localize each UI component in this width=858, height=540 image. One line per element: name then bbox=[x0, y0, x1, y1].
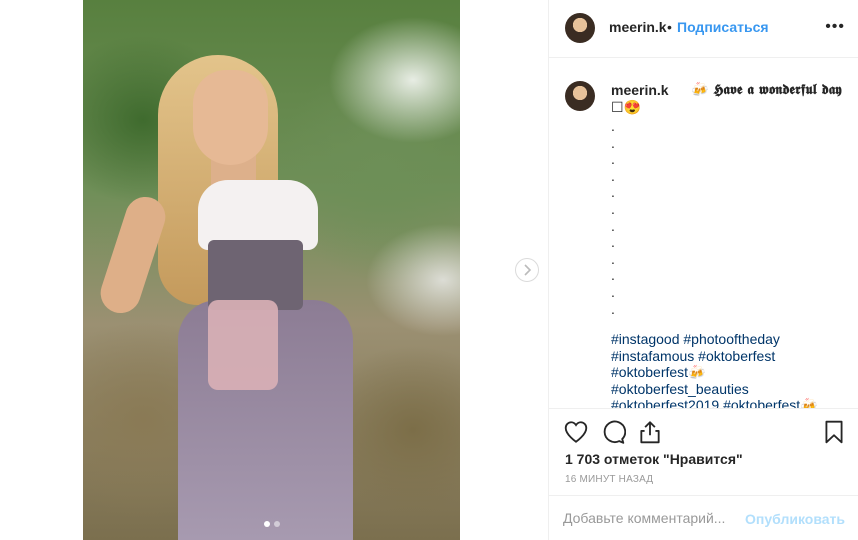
avatar[interactable] bbox=[565, 13, 595, 43]
beer-emoji: 🍻 bbox=[691, 82, 709, 98]
caption-text: 🍻 𝕳𝖆𝖛𝖊 𝖆 𝖜𝖔𝖓𝖉𝖊𝖗𝖋𝖚𝖑 𝖉𝖆𝖞 bbox=[691, 82, 842, 98]
comments-area[interactable]: meerin.k 🍻 𝕳𝖆𝖛𝖊 𝖆 𝖜𝖔𝖓𝖉𝖊𝖗𝖋𝖚𝖑 𝖉𝖆𝖞 ☐😍 . . .… bbox=[549, 58, 858, 408]
bookmark-icon bbox=[825, 420, 843, 444]
action-bar bbox=[549, 408, 858, 448]
post-timestamp[interactable]: 16 МИНУТ НАЗАД bbox=[565, 474, 653, 485]
header-separator: • bbox=[667, 19, 672, 35]
hashtag-line[interactable]: #oktoberfest_beauties bbox=[611, 381, 818, 398]
comment-icon bbox=[603, 420, 627, 444]
caption-username[interactable]: meerin.k bbox=[611, 82, 669, 98]
caption-line-2: ☐😍 bbox=[611, 99, 641, 115]
hashtag-list: #instagood #photooftheday #instafamous #… bbox=[611, 331, 818, 408]
comment-button[interactable] bbox=[600, 419, 627, 445]
follow-button[interactable]: Подписаться bbox=[677, 19, 769, 35]
more-options-icon[interactable]: ••• bbox=[825, 19, 845, 35]
caption-avatar[interactable] bbox=[565, 81, 595, 111]
hashtag-line[interactable]: #oktoberfest🍻 bbox=[611, 364, 818, 381]
hashtag-line[interactable]: #instagood #photooftheday bbox=[611, 331, 818, 348]
publish-button[interactable]: Опубликовать bbox=[745, 511, 845, 527]
heart-icon bbox=[564, 421, 588, 443]
post-photo[interactable] bbox=[83, 0, 460, 540]
share-button[interactable] bbox=[637, 419, 663, 445]
likes-count[interactable]: 1 703 отметок "Нравится" bbox=[565, 451, 743, 467]
comment-input[interactable] bbox=[563, 508, 743, 528]
carousel-indicator bbox=[83, 514, 460, 532]
save-button[interactable] bbox=[821, 419, 847, 445]
chevron-right-icon bbox=[524, 264, 532, 276]
post-sidebar: meerin.k • Подписаться ••• meerin.k 🍻 𝕳𝖆… bbox=[548, 0, 858, 540]
photo-apron bbox=[208, 300, 278, 390]
share-icon bbox=[640, 421, 660, 444]
header-username[interactable]: meerin.k bbox=[609, 19, 667, 35]
comment-form: Опубликовать bbox=[549, 495, 858, 540]
carousel-dot-active bbox=[263, 521, 270, 527]
caption-phrase: 𝕳𝖆𝖛𝖊 𝖆 𝖜𝖔𝖓𝖉𝖊𝖗𝖋𝖚𝖑 𝖉𝖆𝖞 bbox=[713, 82, 842, 98]
caption-dot-lines: . . . . . . . . . . . . bbox=[611, 118, 615, 317]
photo-face bbox=[193, 70, 268, 165]
post-header: meerin.k • Подписаться ••• bbox=[549, 0, 858, 58]
like-button[interactable] bbox=[563, 419, 589, 445]
carousel-dot bbox=[273, 521, 280, 527]
hashtag-line[interactable]: #oktoberfest2019 #oktoberfest🍻 bbox=[611, 397, 818, 408]
carousel-next-button[interactable] bbox=[515, 258, 539, 282]
hashtag-line[interactable]: #instafamous #oktoberfest bbox=[611, 348, 818, 365]
